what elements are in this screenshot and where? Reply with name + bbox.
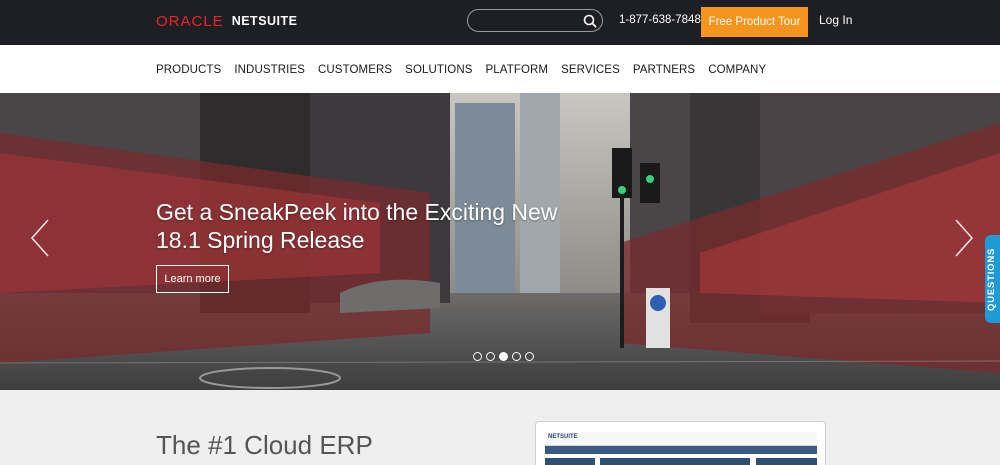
hero-carousel: Get a SneakPeek into the Exciting New 18… [0,93,1000,390]
preview-nav-bar [545,446,817,454]
nav-item-company[interactable]: COMPANY [708,64,766,76]
nav-item-customers[interactable]: CUSTOMERS [318,64,392,76]
section-title: The #1 Cloud ERP [156,430,373,460]
login-link[interactable]: Log In [819,13,852,27]
carousel-dot-3[interactable] [499,352,508,361]
top-bar: ORACLE NETSUITE 1-877-638-7848 Free Prod… [0,0,1000,45]
logo-oracle-text: ORACLE [156,12,224,30]
carousel-prev-arrow-icon[interactable] [28,218,52,258]
free-product-tour-button[interactable]: Free Product Tour [701,7,808,37]
nav-item-products[interactable]: PRODUCTS [156,64,221,76]
nav-item-solutions[interactable]: SOLUTIONS [405,64,472,76]
carousel-dot-5[interactable] [525,352,534,361]
carousel-dots [473,352,534,361]
search-input[interactable] [467,9,603,32]
carousel-dot-2[interactable] [486,352,495,361]
oracle-netsuite-logo[interactable]: ORACLE NETSUITE [156,12,298,30]
carousel-dot-1[interactable] [473,352,482,361]
nav-items: PRODUCTS INDUSTRIES CUSTOMERS SOLUTIONS … [156,64,766,76]
cloud-erp-section: The #1 Cloud ERP NETSUITE [0,390,1000,465]
main-nav: PRODUCTS INDUSTRIES CUSTOMERS SOLUTIONS … [0,45,1000,93]
carousel-dot-4[interactable] [512,352,521,361]
preview-panel-2 [600,458,750,465]
product-screenshot-preview: NETSUITE [535,421,826,465]
hero-title: Get a SneakPeek into the Exciting New 18… [156,199,558,253]
preview-toolbar: NETSUITE [545,432,817,446]
learn-more-button[interactable]: Learn more [156,265,229,293]
search-icon[interactable] [582,13,598,29]
preview-panel-3 [756,458,817,465]
nav-item-partners[interactable]: PARTNERS [633,64,695,76]
nav-item-services[interactable]: SERVICES [561,64,620,76]
preview-panel-1 [545,458,595,465]
carousel-next-arrow-icon[interactable] [952,218,976,258]
preview-logo: NETSUITE [548,434,578,440]
nav-item-industries[interactable]: INDUSTRIES [234,64,305,76]
phone-number[interactable]: 1-877-638-7848 [619,14,701,26]
logo-netsuite-text: NETSUITE [231,14,298,28]
nav-item-platform[interactable]: PLATFORM [486,64,549,76]
questions-tab-label[interactable]: QUESTIONS [986,240,1000,318]
